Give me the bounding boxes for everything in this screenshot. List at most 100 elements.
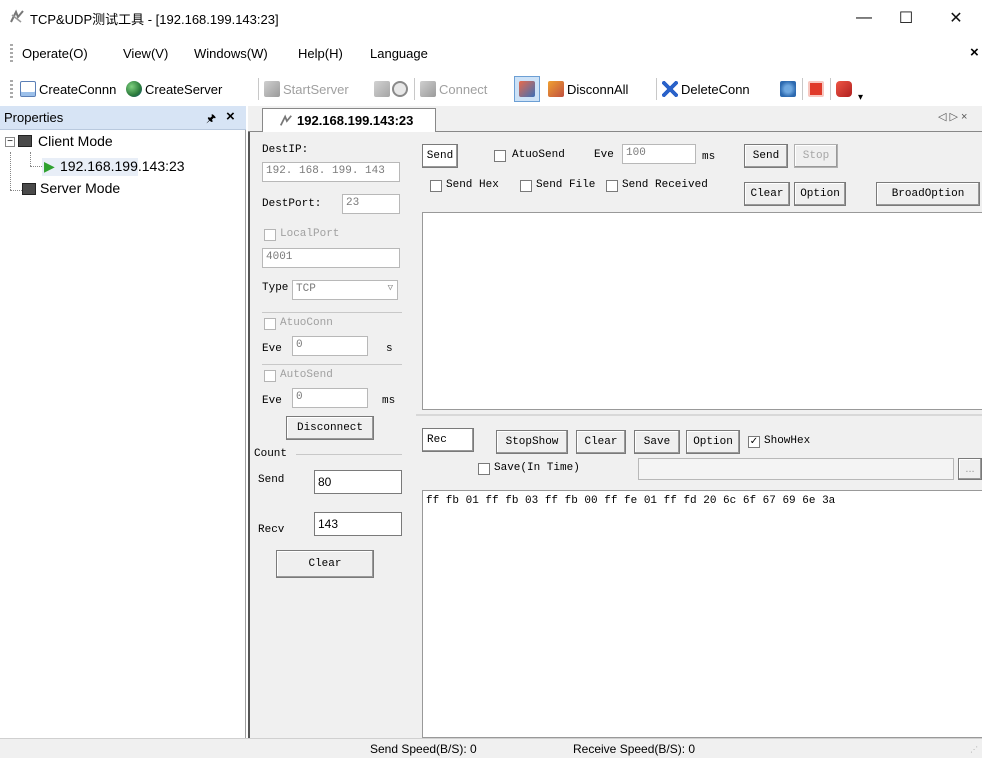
send-received-checkbox[interactable] <box>606 180 618 192</box>
save-path-input[interactable] <box>638 458 954 480</box>
disconnect-toggle-button[interactable] <box>514 76 540 102</box>
tree-server-mode[interactable]: Server Mode <box>40 180 120 196</box>
connect-label: Connect <box>439 81 488 97</box>
recv-option-button[interactable]: Option <box>686 430 740 454</box>
save-button[interactable]: Save <box>634 430 680 454</box>
menu-view[interactable]: View(V) <box>123 46 168 61</box>
atuo-conn-checkbox[interactable] <box>264 318 276 330</box>
dest-ip-label: DestIP: <box>262 144 309 156</box>
auto-send-checkbox[interactable] <box>264 370 276 382</box>
toolbar-separator <box>258 78 259 100</box>
dest-port-label: DestPort: <box>262 198 322 210</box>
show-hex-checkbox[interactable]: ✓ <box>748 436 760 448</box>
collapse-toggle-icon[interactable]: − <box>5 137 15 147</box>
eve-conn-input[interactable]: 0 <box>292 336 368 356</box>
pin-icon[interactable]: 🖈 <box>206 110 216 129</box>
send-file-label: Send File <box>536 179 596 191</box>
create-conn-button[interactable]: CreateConnn <box>20 79 116 99</box>
send-count-label: Send <box>258 474 285 486</box>
disconn-all-label: DisconnAll <box>567 81 629 97</box>
minimize-button[interactable]: — <box>844 4 884 32</box>
disconnect-button[interactable]: Disconnect <box>286 416 374 440</box>
stop-button[interactable] <box>808 79 824 99</box>
splitter[interactable] <box>416 414 982 416</box>
menu-language[interactable]: Language <box>370 46 428 61</box>
clear-count-button[interactable]: Clear <box>276 550 374 578</box>
toolbar: CreateConnn CreateServer StartServer Con… <box>0 70 982 106</box>
tree-client-mode[interactable]: Client Mode <box>38 133 113 149</box>
type-select[interactable]: TCP ▽ <box>292 280 398 300</box>
disconn-all-button[interactable]: DisconnAll <box>548 79 628 99</box>
menu-operate[interactable]: Operate(O) <box>22 46 88 61</box>
network-settings-icon <box>780 81 796 97</box>
receive-speed-status: Receive Speed(B/S): 0 <box>573 742 696 756</box>
send-textarea[interactable] <box>422 212 982 410</box>
toolbar-overflow-icon[interactable]: ▾ <box>858 92 863 103</box>
toolbar-separator <box>830 78 831 100</box>
properties-panel: − Client Mode ▶ 192.168.199.143:23 Serve… <box>0 130 246 738</box>
start-server-button[interactable]: StartServer <box>264 79 349 99</box>
window-title: TCP&UDP测试工具 - [192.168.199.143:23] <box>30 12 279 27</box>
menu-windows[interactable]: Windows(W) <box>194 46 268 61</box>
delete-conn-label: DeleteConn <box>681 81 750 97</box>
exit-button[interactable] <box>836 79 852 99</box>
send-hex-label: Send Hex <box>446 179 499 191</box>
close-circle-icon <box>392 81 408 97</box>
server-start-icon <box>264 81 280 97</box>
eve-send-interval-unit: ms <box>702 151 716 163</box>
local-port-input[interactable]: 4001 <box>262 248 400 268</box>
send-speed-status: Send Speed(B/S): 0 <box>370 742 477 756</box>
menu-help[interactable]: Help(H) <box>298 46 343 61</box>
disconnect-server-button[interactable] <box>392 79 408 99</box>
clear-send-button[interactable]: Clear <box>744 182 790 206</box>
mdi-close-button[interactable]: × <box>970 44 979 61</box>
chevron-down-icon: ▽ <box>387 283 393 293</box>
create-server-button[interactable]: CreateServer <box>126 79 222 99</box>
show-hex-label: ShowHex <box>764 435 811 447</box>
settings-button[interactable] <box>780 79 796 99</box>
properties-close-button[interactable]: × <box>226 108 235 125</box>
auto-send-label: AutoSend <box>280 369 333 381</box>
maximize-button[interactable]: ☐ <box>886 4 926 32</box>
stop-server-button[interactable] <box>374 79 390 99</box>
send-file-checkbox[interactable] <box>520 180 532 192</box>
tree-line <box>30 152 31 166</box>
toolbar-separator <box>656 78 657 100</box>
receive-textarea[interactable]: ff fb 01 ff fb 03 ff fb 00 ff fe 01 ff f… <box>422 490 982 738</box>
atuo-send-checkbox[interactable] <box>494 150 506 162</box>
browse-button[interactable]: ... <box>958 458 982 480</box>
count-label: Count <box>254 448 288 460</box>
disconnect-all-icon <box>548 81 564 97</box>
local-port-checkbox[interactable] <box>264 229 276 241</box>
dest-port-input[interactable]: 23 <box>342 194 400 214</box>
send-hex-checkbox[interactable] <box>430 180 442 192</box>
new-document-icon <box>20 81 36 97</box>
type-select-value: TCP <box>296 283 316 295</box>
exit-icon <box>836 81 852 97</box>
stop-send-button[interactable]: Stop <box>794 144 838 168</box>
stop-show-button[interactable]: StopShow <box>496 430 568 454</box>
send-received-label: Send Received <box>622 179 708 191</box>
divider <box>296 454 402 455</box>
dest-ip-input[interactable]: 192. 168. 199. 143 <box>262 162 400 182</box>
tab-connection[interactable]: 192.168.199.143:23 <box>262 108 436 132</box>
send-button[interactable]: Send <box>744 144 788 168</box>
clear-recv-button[interactable]: Clear <box>576 430 626 454</box>
connected-arrow-icon: ▶ <box>44 158 55 174</box>
eve-send-input[interactable]: 0 <box>292 388 368 408</box>
send-option-button[interactable]: Option <box>794 182 846 206</box>
create-server-label: CreateServer <box>145 81 223 97</box>
delete-conn-button[interactable]: DeleteConn <box>662 79 750 99</box>
title-bar: TCP&UDP测试工具 - [192.168.199.143:23] — ☐ ✕ <box>0 0 982 36</box>
connect-button[interactable]: Connect <box>420 79 487 99</box>
save-in-time-checkbox[interactable] <box>478 463 490 475</box>
save-in-time-label: Save(In Time) <box>494 462 580 474</box>
menu-grip <box>10 44 13 62</box>
tab-nav-controls[interactable]: ◁ ▷ × <box>938 110 967 123</box>
computer-icon <box>18 135 32 147</box>
close-button[interactable]: ✕ <box>936 4 976 32</box>
eve-send-interval-input[interactable]: 100 <box>622 144 696 164</box>
tree-client-connection[interactable]: 192.168.199.143:23 <box>60 158 185 174</box>
broad-option-button[interactable]: BroadOption <box>876 182 980 206</box>
resize-grip-icon[interactable]: ⋰ <box>970 745 978 754</box>
